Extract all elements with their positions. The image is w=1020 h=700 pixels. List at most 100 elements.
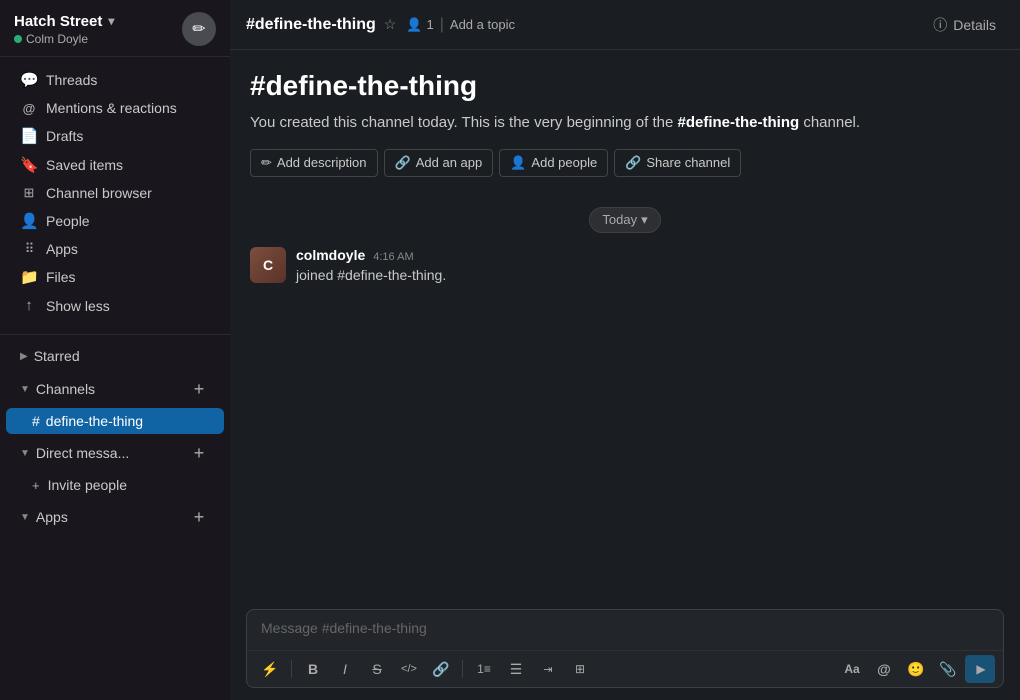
avatar: C <box>250 247 286 283</box>
workspace-name-text: Hatch Street <box>14 13 102 30</box>
star-icon[interactable]: ☆ <box>384 16 397 33</box>
share-channel-button[interactable]: 🔗 Share channel <box>614 149 741 177</box>
saved-icon: 🔖 <box>20 156 38 174</box>
apps-section-header[interactable]: ▼ Apps + <box>6 500 224 534</box>
dm-header-left: ▼ Direct messa... <box>20 445 129 461</box>
show-less-icon: ↑ <box>20 297 38 314</box>
unordered-list-button[interactable]: ☰ <box>501 655 531 683</box>
apps-icon: ⠿ <box>20 241 38 257</box>
channel-intro: #define-the-thing You created this chann… <box>250 70 1000 177</box>
compose-button[interactable]: ✏ <box>182 12 216 46</box>
attachment-button[interactable]: 📎 <box>933 655 963 683</box>
message-text: joined #define-the-thing. <box>296 265 1000 286</box>
sidebar-item-people[interactable]: 👤 People <box>6 207 224 235</box>
chat-area: #define-the-thing You created this chann… <box>230 50 1020 601</box>
channel-intro-title: #define-the-thing <box>250 70 1000 102</box>
more-format-button[interactable]: ⊞ <box>565 655 595 683</box>
sidebar-item-channel-browser[interactable]: ⊞ Channel browser <box>6 180 224 206</box>
toolbar-divider-1 <box>291 660 292 678</box>
drafts-label: Drafts <box>46 128 83 144</box>
link-button[interactable]: 🔗 <box>426 655 456 683</box>
apps-section-label: Apps <box>36 509 68 525</box>
add-people-button[interactable]: 👤 Add people <box>499 149 608 177</box>
workspace-name[interactable]: Hatch Street ▾ <box>14 13 114 30</box>
sidebar-item-apps[interactable]: ⠿ Apps <box>6 236 224 262</box>
details-button[interactable]: ⓘ Details <box>925 11 1004 39</box>
pipe-divider: | <box>440 16 444 34</box>
channel-item-define-the-thing[interactable]: # define-the-thing <box>6 408 224 434</box>
dm-arrow-icon: ▼ <box>20 448 30 459</box>
composer-placeholder: Message #define-the-thing <box>261 620 427 636</box>
format-button[interactable]: Aa <box>837 655 867 683</box>
files-label: Files <box>46 269 76 285</box>
date-pill[interactable]: Today ▾ <box>589 207 660 233</box>
mentions-label: Mentions & reactions <box>46 100 177 116</box>
add-app-label: Add an app <box>416 155 483 170</box>
sidebar-item-files[interactable]: 📁 Files <box>6 263 224 291</box>
italic-button[interactable]: I <box>330 655 360 683</box>
edit-icon: ✏ <box>261 155 272 171</box>
invite-people-item[interactable]: + Invite people <box>6 472 224 498</box>
user-status: Colm Doyle <box>14 32 114 46</box>
threads-icon: 💬 <box>20 71 38 89</box>
show-less-label: Show less <box>46 298 110 314</box>
saved-label: Saved items <box>46 157 123 173</box>
send-icon: ▶ <box>976 662 985 676</box>
message-input[interactable]: Message #define-the-thing <box>247 610 1003 650</box>
composer-box: Message #define-the-thing ⚡ B I S </> 🔗 … <box>246 609 1004 688</box>
add-app-channel-button[interactable]: 🔗 Add an app <box>384 149 494 177</box>
channel-intro-description: You created this channel today. This is … <box>250 112 1000 135</box>
sidebar-item-saved[interactable]: 🔖 Saved items <box>6 151 224 179</box>
app-icon: 🔗 <box>395 155 411 171</box>
intro-suffix: channel. <box>799 114 860 131</box>
plus-icon: + <box>32 478 40 493</box>
channels-label: Channels <box>36 381 95 397</box>
starred-header-left: ▶ Starred <box>20 348 80 364</box>
channels-section-header[interactable]: ▼ Channels + <box>6 372 224 406</box>
sidebar-item-show-less[interactable]: ↑ Show less <box>6 292 224 319</box>
mention-button[interactable]: @ <box>869 655 899 683</box>
ordered-list-button[interactable]: 1≡ <box>469 655 499 683</box>
dm-section-header[interactable]: ▼ Direct messa... + <box>6 436 224 470</box>
date-separator: Today ▾ <box>250 207 1000 233</box>
code-button[interactable]: </> <box>394 655 424 683</box>
toolbar-divider-2 <box>462 660 463 678</box>
message-author[interactable]: colmdoyle <box>296 247 365 263</box>
date-label: Today <box>602 212 637 227</box>
people-add-icon: 👤 <box>510 155 526 171</box>
channel-header-right: ⓘ Details <box>925 11 1004 39</box>
starred-section-header[interactable]: ▶ Starred <box>6 342 224 370</box>
indent-button[interactable]: ⇥ <box>533 655 563 683</box>
lightning-button[interactable]: ⚡ <box>255 655 285 683</box>
bold-button[interactable]: B <box>298 655 328 683</box>
message-meta: colmdoyle 4:16 AM <box>296 247 1000 263</box>
main-content: #define-the-thing ☆ 👤 1 | Add a topic ⓘ … <box>230 0 1020 700</box>
channels-arrow-icon: ▼ <box>20 384 30 395</box>
sidebar-item-drafts[interactable]: 📄 Drafts <box>6 122 224 150</box>
channel-browser-label: Channel browser <box>46 185 152 201</box>
member-count-value: 1 <box>427 17 434 32</box>
dm-label: Direct messa... <box>36 445 129 461</box>
people-label: People <box>46 213 90 229</box>
add-topic-button[interactable]: Add a topic <box>450 17 515 32</box>
emoji-button[interactable]: 🙂 <box>901 655 931 683</box>
share-icon: 🔗 <box>625 155 641 171</box>
apps-section-arrow-icon: ▼ <box>20 512 30 523</box>
composer-toolbar: ⚡ B I S </> 🔗 1≡ ☰ ⇥ ⊞ Aa @ 🙂 📎 ▶ <box>247 650 1003 687</box>
starred-arrow-icon: ▶ <box>20 351 28 362</box>
send-button[interactable]: ▶ <box>965 655 995 683</box>
add-description-button[interactable]: ✏ Add description <box>250 149 378 177</box>
message-content: colmdoyle 4:16 AM joined #define-the-thi… <box>296 247 1000 286</box>
add-channel-button[interactable]: + <box>188 378 210 400</box>
apps-label: Apps <box>46 241 78 257</box>
add-app-button[interactable]: + <box>188 506 210 528</box>
channel-hash-icon: # <box>32 413 40 429</box>
strikethrough-button[interactable]: S <box>362 655 392 683</box>
channel-actions: ✏ Add description 🔗 Add an app 👤 Add peo… <box>250 149 1000 177</box>
sidebar-item-threads[interactable]: 💬 Threads <box>6 66 224 94</box>
toolbar-right: Aa @ 🙂 📎 ▶ <box>837 655 995 683</box>
intro-bold: #define-the-thing <box>678 114 800 131</box>
add-dm-button[interactable]: + <box>188 442 210 464</box>
sidebar-item-mentions[interactable]: @ Mentions & reactions <box>6 95 224 121</box>
channel-name: define-the-thing <box>46 413 143 429</box>
